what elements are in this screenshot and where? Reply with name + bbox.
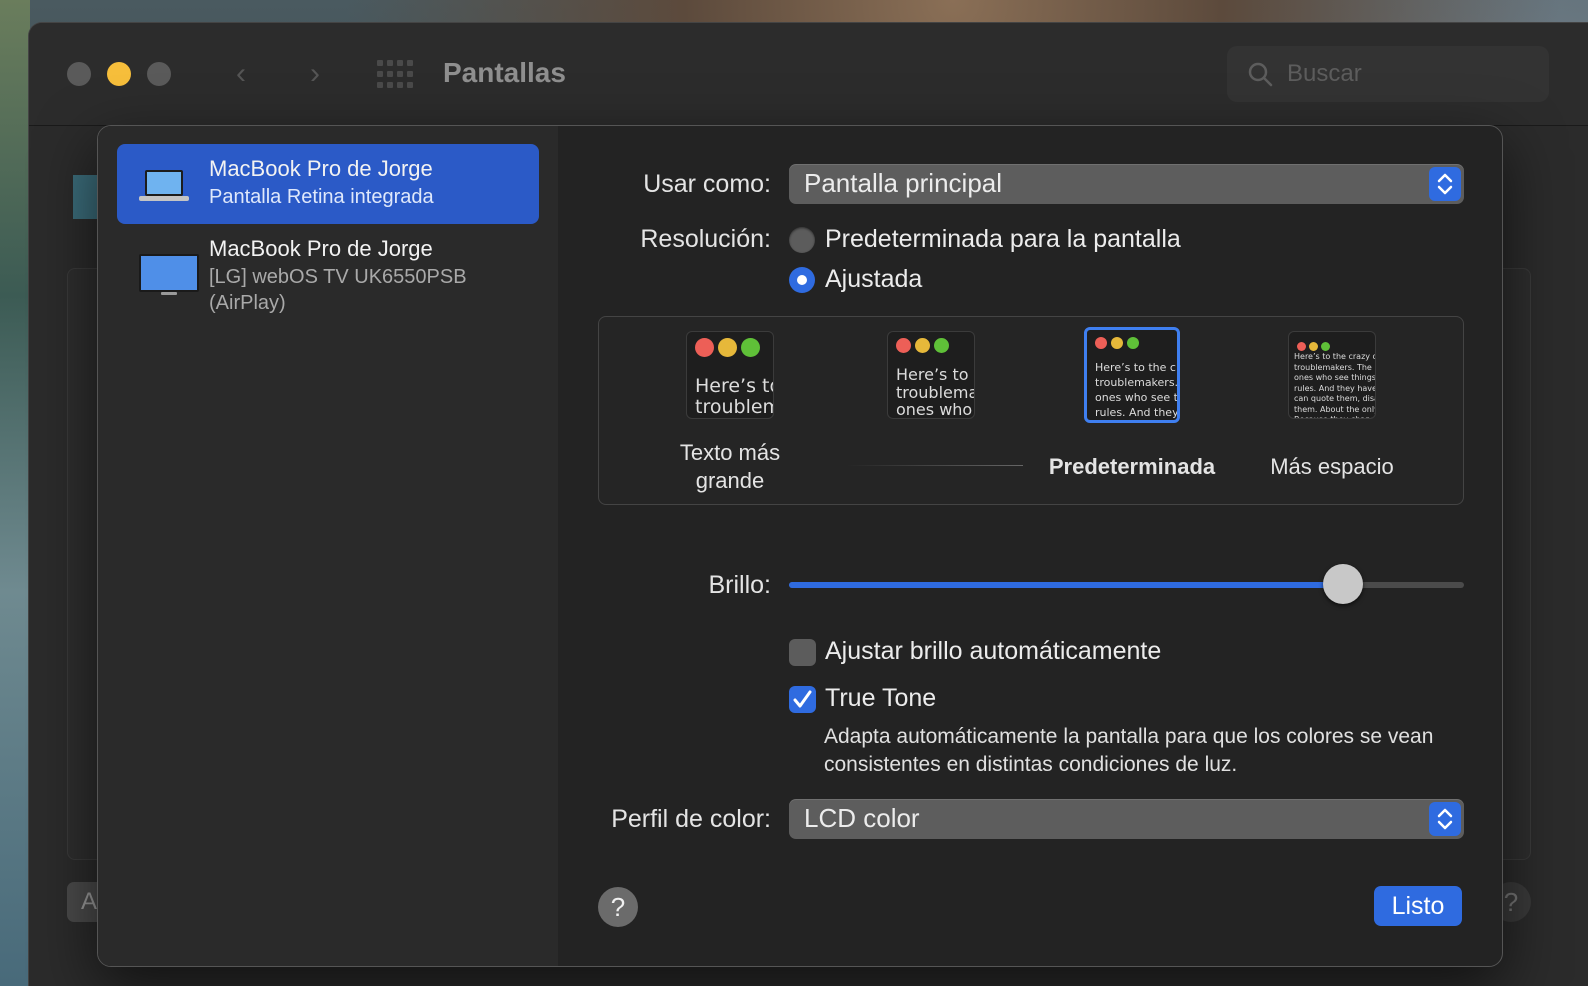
window-dots-icon xyxy=(695,338,764,362)
brightness-slider-fill xyxy=(789,582,1343,588)
brightness-slider-knob[interactable] xyxy=(1322,564,1363,604)
scale-label-default: Predeterminada xyxy=(1048,454,1216,479)
scaled-resolution-picker: Here’s to t troublem Texto más grande He… xyxy=(598,316,1464,505)
display-item-airplay-tv[interactable]: MacBook Pro de Jorge [LG] webOS TV UK655… xyxy=(117,226,539,326)
display-settings-sheet: MacBook Pro de Jorge Pantalla Retina int… xyxy=(97,125,1503,967)
auto-brightness-checkbox[interactable] xyxy=(789,639,816,666)
auto-brightness-label[interactable]: Ajustar brillo automáticamente xyxy=(825,637,1161,666)
display-list-sidebar: MacBook Pro de Jorge Pantalla Retina int… xyxy=(98,126,558,966)
scale-option-default[interactable]: Here’s to the cr troublemakers. ones who… xyxy=(1084,327,1180,423)
minimize-window-button[interactable] xyxy=(107,62,131,86)
window-dots-icon xyxy=(1095,336,1143,354)
scale-label-more-space: Más espacio xyxy=(1270,454,1394,479)
window-dots-icon xyxy=(896,338,953,358)
true-tone-label[interactable]: True Tone xyxy=(825,684,936,713)
resolution-default-label[interactable]: Predeterminada para la pantalla xyxy=(825,225,1181,254)
window-title: Pantallas xyxy=(443,57,566,88)
back-chevron-icon[interactable]: ‹ xyxy=(227,59,255,89)
close-window-button[interactable] xyxy=(67,62,91,86)
perfil-color-label: Perfil de color: xyxy=(611,805,771,833)
resolution-scaled-label[interactable]: Ajustada xyxy=(825,265,922,294)
popup-stepper-icon xyxy=(1429,167,1461,201)
zoom-window-button[interactable] xyxy=(147,62,171,86)
scale-option-2[interactable]: Here’s to t troublema ones who xyxy=(887,331,975,419)
display-subtitle: [LG] webOS TV UK6550PSB xyxy=(209,266,467,288)
scale-separator-line xyxy=(847,465,1023,466)
forward-chevron-icon[interactable]: › xyxy=(301,59,329,89)
desktop-wallpaper xyxy=(0,0,30,986)
laptop-icon xyxy=(139,170,189,201)
title-bar: ‹ › Pantallas Buscar xyxy=(29,23,1588,126)
resolution-scaled-radio[interactable] xyxy=(789,267,815,293)
true-tone-checkbox[interactable] xyxy=(789,686,816,713)
resolution-default-radio[interactable] xyxy=(789,227,815,253)
background-help-label: ? xyxy=(1503,887,1519,917)
help-question-icon: ? xyxy=(610,892,626,922)
display-settings-content: Usar como: Pantalla principal Resolución… xyxy=(558,126,1502,966)
popup-stepper-icon xyxy=(1429,802,1461,836)
display-name: MacBook Pro de Jorge xyxy=(209,156,433,181)
brillo-label: Brillo: xyxy=(708,571,771,599)
brightness-slider-track[interactable] xyxy=(789,582,1464,588)
usar-como-label: Usar como: xyxy=(643,170,771,198)
scale-option-larger-text[interactable]: Here’s to t troublem xyxy=(686,331,774,419)
search-icon xyxy=(1248,62,1273,87)
resolucion-label: Resolución: xyxy=(640,225,771,253)
display-subtitle: Pantalla Retina integrada xyxy=(209,186,434,208)
usar-como-popup[interactable]: Pantalla principal xyxy=(789,164,1464,204)
search-placeholder: Buscar xyxy=(1287,60,1362,87)
color-profile-value: LCD color xyxy=(804,803,920,833)
display-item-builtin[interactable]: MacBook Pro de Jorge Pantalla Retina int… xyxy=(117,144,539,224)
help-button[interactable]: ? xyxy=(598,887,638,927)
scale-preview-text: Here’s to the cr troublemakers. ones who… xyxy=(1095,361,1180,419)
scale-label-larger-text: Texto más grande xyxy=(679,440,781,493)
checkmark-icon xyxy=(793,690,812,708)
search-field[interactable]: Buscar xyxy=(1227,46,1549,102)
done-button[interactable]: Listo xyxy=(1374,886,1462,926)
scale-preview-text: Here’s to t troublema ones who xyxy=(896,365,975,419)
tv-display-icon xyxy=(139,254,199,295)
background-button-label: A xyxy=(81,888,98,915)
display-name: MacBook Pro de Jorge xyxy=(209,236,433,261)
color-profile-popup[interactable]: LCD color xyxy=(789,799,1464,839)
scale-option-more-space[interactable]: Here’s to the crazy one troublemakers. T… xyxy=(1288,331,1376,419)
scale-preview-text: Here’s to t troublem xyxy=(695,375,774,418)
true-tone-description: Adapta automáticamente la pantalla para … xyxy=(824,725,1434,776)
show-all-grid-icon[interactable] xyxy=(377,60,413,88)
display-subtitle-airplay: (AirPlay) xyxy=(209,292,286,314)
scale-preview-text: Here’s to the crazy one troublemakers. T… xyxy=(1294,352,1376,418)
usar-como-value: Pantalla principal xyxy=(804,168,1003,198)
